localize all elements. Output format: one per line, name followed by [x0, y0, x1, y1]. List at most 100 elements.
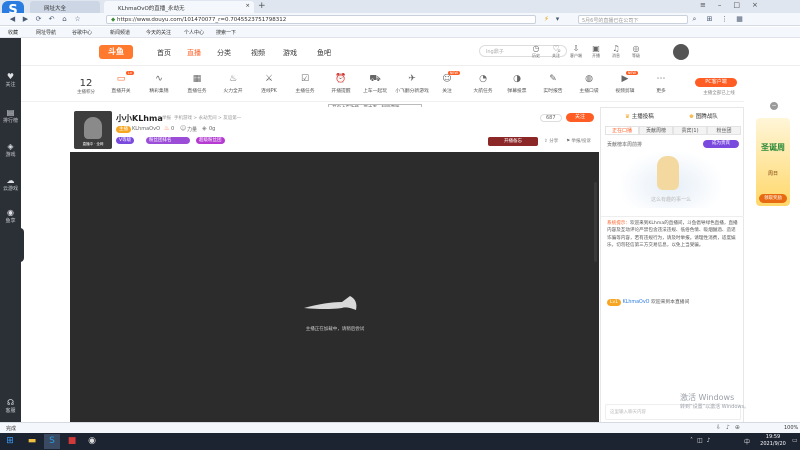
nav-video[interactable]: 视频 — [251, 48, 265, 58]
nav-fishbar[interactable]: 鱼吧 — [317, 48, 331, 58]
search-icon[interactable]: ⌕ — [690, 15, 699, 24]
sidebar-item-game[interactable]: ◈ 游戏 — [0, 142, 21, 158]
star-icon[interactable]: ☆ — [73, 15, 82, 24]
tool-vote[interactable]: ◑ 弹幕投票 — [503, 74, 531, 94]
tool-pocket[interactable]: ◍ 主播口袋 — [575, 74, 603, 94]
share-link[interactable]: ⇪ 分享 — [544, 138, 558, 144]
streamer-avatar[interactable]: 直播中 · 全网 — [74, 111, 112, 149]
tool-new-game[interactable]: ✈ 小飞翻分新游戏 — [395, 74, 429, 94]
back-icon[interactable]: ◀ — [8, 15, 17, 24]
browser-search-input[interactable]: 5月6号的直播已在公司下 — [578, 15, 688, 24]
fan-rank-pill[interactable]: 粉丝团排名 — [146, 137, 190, 144]
category-path[interactable]: 手机游戏 > 永劫无间 > 友谊第一 — [174, 115, 241, 121]
file-explorer-icon[interactable]: ▬ — [24, 434, 40, 449]
lightning-icon[interactable]: ⚡ — [542, 15, 551, 24]
chat-tab-fans[interactable]: 粉丝团 — [707, 126, 741, 135]
tool-reminder[interactable]: ⏰ 开播提醒 — [327, 74, 355, 94]
chat-tab-vip[interactable]: 贵宾(1) — [673, 126, 707, 135]
nav-category[interactable]: 分类 — [217, 48, 231, 58]
header-icon-client[interactable]: ⇩ 客户端 — [567, 44, 585, 59]
level-pill[interactable]: V等级 — [116, 137, 135, 144]
super-fan-pill[interactable]: 超级粉丝团 — [196, 137, 225, 144]
close-window-icon[interactable]: × — [752, 1, 770, 9]
tool-voyage[interactable]: ◔ 大航任务 — [469, 74, 497, 94]
forward-icon[interactable]: ▶ — [21, 15, 30, 24]
address-bar[interactable]: ◆ https://www.douyu.com/101470077_r=0.70… — [106, 15, 536, 24]
tool-pk[interactable]: ⚔ 连线PK — [255, 74, 283, 94]
nav-game[interactable]: 游戏 — [283, 48, 297, 58]
windows-start-icon[interactable]: ⊞ — [2, 434, 18, 449]
tool-report[interactable]: ✎ 实时报告 — [539, 74, 567, 94]
tool-ride-together[interactable]: ⛟ 上车一起玩 — [361, 74, 389, 94]
sidebar-item-rank[interactable]: ▤ 排行榜 — [0, 108, 21, 124]
tool-fire[interactable]: ♨ 火力全开 — [219, 74, 247, 94]
bookmark-item[interactable]: 收藏 — [8, 29, 18, 36]
clock[interactable]: 19:59 2021/9/20 — [756, 434, 790, 448]
grid-icon[interactable]: ▦ — [735, 15, 744, 24]
bookmark-item[interactable]: 网址导航 — [36, 29, 56, 36]
nav-live[interactable]: 直播 — [187, 48, 201, 58]
home-icon[interactable]: ⌂ — [60, 15, 69, 24]
volume-icon[interactable]: ♪ — [707, 437, 715, 444]
tab-anchor-post[interactable]: ♛ 主播投稿 — [625, 112, 654, 120]
user-avatar[interactable] — [673, 44, 689, 60]
zoom-level[interactable]: 100% — [784, 425, 798, 431]
new-tab-button[interactable]: + — [258, 1, 266, 11]
nav-home[interactable]: 首页 — [157, 48, 171, 58]
header-icon-message[interactable]: ♫ 消息 — [607, 44, 625, 59]
input-language[interactable]: 中 — [744, 437, 750, 446]
header-icon-level[interactable]: ◎ 等级 — [627, 44, 645, 59]
tool-video-edit[interactable]: ▶ 视频剪辑 NEW — [611, 71, 639, 94]
video-player[interactable]: 主播正在加载中，请稍后尝试 — [70, 152, 599, 424]
report-link[interactable]: 举报 — [162, 115, 171, 121]
tool-live-switch[interactable]: ▭ 直播开关 Lv — [107, 71, 135, 94]
bookmark-item[interactable]: 谷歌中心 — [72, 29, 92, 36]
header-icon-follow[interactable]: ♡ 关注 — [547, 44, 565, 59]
tab-team[interactable]: ♚ 图腾战队 — [689, 112, 718, 120]
reload-icon[interactable]: ⟳ — [34, 15, 43, 24]
action-button[interactable]: 开播备忘 — [488, 137, 538, 146]
promo-button[interactable]: 领取奖励 — [759, 194, 787, 203]
promo-banner[interactable]: 圣诞周 周日 领取奖励 — [756, 118, 790, 206]
sound-icon[interactable]: ♪ — [726, 424, 735, 431]
menu-more-icon[interactable]: ⋮ — [720, 15, 729, 24]
header-icon-broadcast[interactable]: ▣ 开播 — [587, 44, 605, 59]
bookmark-item[interactable]: 新闻频道 — [110, 29, 130, 36]
tool-live-task[interactable]: ▦ 直播任务 — [183, 74, 211, 94]
sidebar-collapse-handle[interactable] — [18, 228, 24, 262]
sidebar-item-follow[interactable]: ♥ 关注 — [0, 72, 21, 88]
undo-icon[interactable]: ↶ — [47, 15, 56, 24]
owner-name[interactable]: KLhmaOvO — [132, 126, 160, 132]
network-icon[interactable]: ◫ — [697, 437, 707, 444]
chat-tab-live[interactable]: 正在口播 — [605, 126, 639, 135]
sidebar-item-fish[interactable]: ◉ 鱼享 — [0, 208, 21, 224]
dropdown-icon[interactable]: ▾ — [553, 15, 562, 24]
menu-icon[interactable]: ≡ — [700, 1, 718, 9]
zoom-icon[interactable]: ⊕ — [735, 424, 745, 431]
app-taskbar-icon[interactable]: ■ — [64, 434, 80, 449]
browser-tab-home[interactable]: 网址大全 — [30, 1, 100, 13]
bookmark-item[interactable]: 今天的关注 — [146, 29, 171, 36]
player-scrollbar[interactable] — [594, 182, 597, 262]
extension-icon[interactable]: ⊞ — [705, 15, 714, 24]
welcome-user[interactable]: KLhmaOvO — [623, 300, 650, 305]
promo-close-icon[interactable]: − — [770, 102, 778, 110]
tool-highlights[interactable]: ∿ 精彩集锦 — [145, 74, 173, 94]
chevron-up-icon[interactable]: ˄ — [690, 437, 697, 444]
tool-anchor-task[interactable]: ☑ 主播任务 — [291, 74, 319, 94]
notification-icon[interactable]: ▭ — [792, 437, 798, 444]
report-complaint-link[interactable]: ⚑ 举报/投诉 — [566, 138, 591, 144]
tool-follow[interactable]: ☺ 关注 NEW — [433, 71, 461, 94]
tab-close-icon[interactable]: × — [245, 3, 250, 9]
header-icon-history[interactable]: ◷ 历史 — [527, 44, 545, 59]
bookmark-item[interactable]: 个人中心 — [184, 29, 204, 36]
sidebar-item-cloud-game[interactable]: ☁ 云游戏 — [0, 176, 21, 192]
download-icon[interactable]: ⇩ — [716, 424, 726, 431]
rank-score[interactable]: 12 主播积分 — [73, 78, 99, 95]
chat-tab-weekly[interactable]: 贡献周榜 — [639, 126, 673, 135]
browser-tab-active[interactable]: KLhmaOvO的直播_永劫无 × — [104, 1, 254, 13]
douyu-logo[interactable]: 斗鱼 — [99, 45, 133, 59]
follow-button[interactable]: 关注 — [566, 113, 594, 122]
pc-client-button[interactable]: PC客户端 — [695, 78, 737, 87]
browser-taskbar-icon[interactable]: S — [44, 434, 60, 449]
